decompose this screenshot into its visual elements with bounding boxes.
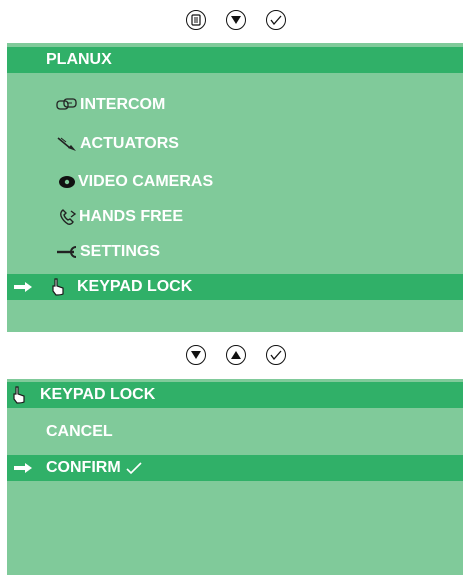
confirm-check-icon[interactable] [265,345,286,365]
keypad-lock-icon [12,386,26,404]
down-arrow-icon[interactable] [225,10,246,30]
screen2-title-bar: KEYPAD LOCK [7,382,463,408]
screen1-title: PLANUX [46,51,112,68]
option-label: CANCEL [46,423,113,440]
option-confirm[interactable]: CONFIRM [7,455,463,481]
intercom-icon [56,98,78,112]
menu-item-label: VIDEO CAMERAS [78,173,214,190]
up-arrow-icon[interactable] [225,345,246,365]
menu-item-label: KEYPAD LOCK [77,278,193,295]
menu-item-label: ACTUATORS [80,135,179,152]
menu-item-label: SETTINGS [80,243,161,260]
screen2-button-row [0,340,471,370]
video-cameras-icon [58,175,76,189]
menu-item-label: INTERCOM [80,96,166,113]
menu-item-settings[interactable]: SETTINGS [7,239,463,265]
menu-item-video-cameras[interactable]: VIDEO CAMERAS [7,169,463,195]
down-arrow-icon[interactable] [185,345,206,365]
actuators-icon [56,136,78,152]
keypad-lock-icon [51,278,65,296]
screen2-title: KEYPAD LOCK [40,386,156,403]
option-label: CONFIRM [46,459,121,476]
menu-item-actuators[interactable]: ACTUATORS [7,131,463,157]
screen1-button-row [0,5,471,35]
confirm-check-icon[interactable] [265,10,286,30]
menu-icon[interactable] [185,10,206,30]
menu-item-keypad-lock[interactable]: KEYPAD LOCK [7,274,463,300]
selection-arrow-icon [13,281,33,293]
menu-item-hands-free[interactable]: HANDS FREE [7,204,463,230]
option-cancel[interactable]: CANCEL [7,419,463,445]
settings-icon [56,246,78,258]
hands-free-icon [59,208,77,226]
checkmark-icon [126,461,142,475]
screen1-panel: PLANUX INTERCOM ACTUATORS VIDEO CAMERAS … [7,43,463,332]
screen2-panel: KEYPAD LOCK CANCEL CONFIRM [7,379,463,575]
menu-item-label: HANDS FREE [79,208,184,225]
menu-item-intercom[interactable]: INTERCOM [7,92,463,118]
screen1-title-bar: PLANUX [7,47,463,73]
selection-arrow-icon [13,462,33,474]
